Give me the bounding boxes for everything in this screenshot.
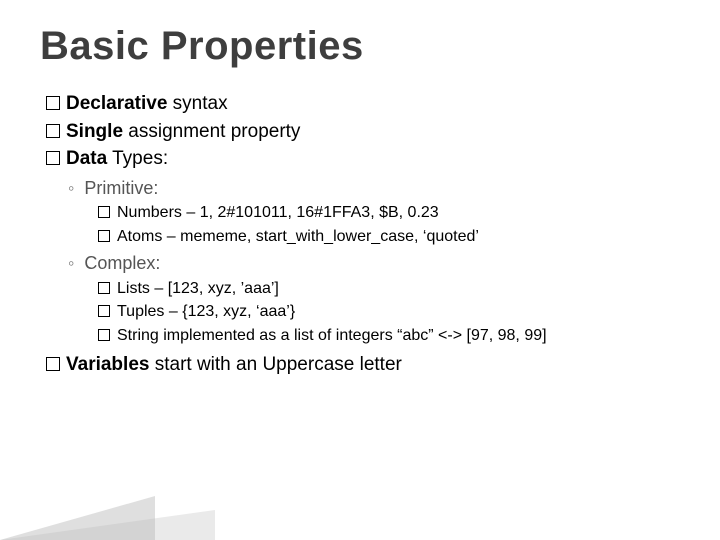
slide-body: Declarative syntax Single assignment pro… <box>40 91 680 378</box>
bullet-lead: Declarative <box>66 93 167 114</box>
subbullet-label: Primitive: <box>84 178 158 198</box>
item-lists: Lists – [123, xyz, ’aaa’] <box>98 278 680 300</box>
square-bullet-icon <box>46 151 60 165</box>
item-numbers: Numbers – 1, 2#101011, 16#1FFA3, $B, 0.2… <box>98 202 680 224</box>
item-text: Tuples – {123, xyz, ‘aaa’} <box>117 303 295 320</box>
square-bullet-icon <box>98 282 110 294</box>
square-bullet-icon <box>98 329 110 341</box>
slide: Basic Properties Declarative syntax Sing… <box>0 0 720 540</box>
bullet-lead: Single <box>66 121 123 142</box>
bullet-rest: start with an Uppercase letter <box>149 354 401 375</box>
square-bullet-icon <box>46 124 60 138</box>
item-text: Atoms – mememe, start_with_lower_case, ‘… <box>117 228 479 245</box>
square-bullet-icon <box>98 230 110 242</box>
bullet-rest: assignment property <box>123 121 300 142</box>
item-text: String implemented as a list of integers… <box>117 327 547 344</box>
slide-title: Basic Properties <box>40 24 680 69</box>
item-tuples: Tuples – {123, xyz, ‘aaa’} <box>98 301 680 323</box>
bullet-rest: syntax <box>167 93 227 114</box>
bullet-lead: Data <box>66 148 107 169</box>
decorative-wedge-icon <box>0 496 155 540</box>
item-string: String implemented as a list of integers… <box>98 325 680 347</box>
subbullet-complex: Complex: <box>68 251 680 275</box>
bullet-declarative: Declarative syntax <box>46 91 680 117</box>
bullet-variables: Variables start with an Uppercase letter <box>46 352 680 378</box>
square-bullet-icon <box>46 357 60 371</box>
item-text: Lists – [123, xyz, ’aaa’] <box>117 280 279 297</box>
subbullet-label: Complex: <box>84 253 160 273</box>
subbullet-primitive: Primitive: <box>68 176 680 200</box>
bullet-single-assignment: Single assignment property <box>46 119 680 145</box>
item-text: Numbers – 1, 2#101011, 16#1FFA3, $B, 0.2… <box>117 204 439 221</box>
square-bullet-icon <box>98 206 110 218</box>
square-bullet-icon <box>98 305 110 317</box>
item-atoms: Atoms – mememe, start_with_lower_case, ‘… <box>98 226 680 248</box>
bullet-data-types: Data Types: <box>46 146 680 172</box>
bullet-rest: Types: <box>107 148 168 169</box>
bullet-lead: Variables <box>66 354 149 375</box>
square-bullet-icon <box>46 96 60 110</box>
